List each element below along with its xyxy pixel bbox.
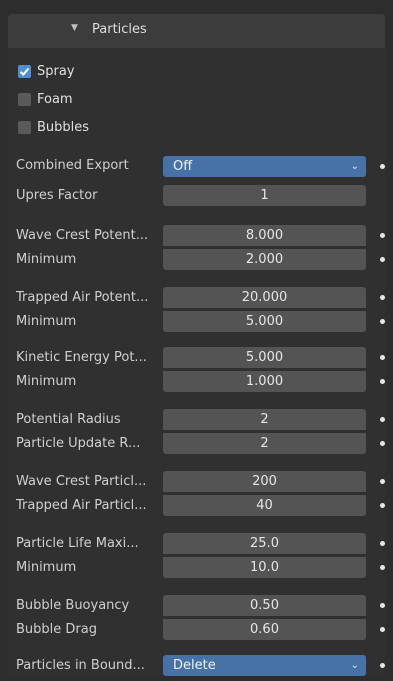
spray-checkbox[interactable]: Spray	[18, 61, 75, 81]
particles-in-boundary-value: Delete	[173, 658, 216, 673]
particle-update-radius-label: Particle Update R...	[16, 436, 141, 451]
particle-life-maximum-field[interactable]: 25.0	[163, 533, 366, 554]
combined-export-value: Off	[173, 159, 193, 174]
kinetic-energy-potential-field[interactable]: 5.000	[163, 347, 366, 368]
particles-panel: ▼ Particles Spray Foam Bubbles Combined …	[0, 0, 393, 681]
keyframe-dot-icon[interactable]	[380, 417, 385, 422]
bubbles-label: Bubbles	[37, 119, 90, 135]
keyframe-dot-icon[interactable]	[380, 603, 385, 608]
wave-crest-potential-label: Wave Crest Potent...	[16, 228, 149, 243]
wave-crest-particles-field[interactable]: 200	[163, 471, 366, 492]
particles-in-boundary-dropdown[interactable]: Delete ⌄	[163, 655, 366, 676]
spray-label: Spray	[37, 63, 75, 79]
combined-export-label: Combined Export	[16, 158, 129, 173]
keyframe-dot-icon[interactable]	[380, 233, 385, 238]
trapped-air-potential-field[interactable]: 20.000	[163, 287, 366, 308]
particles-in-boundary-label: Particles in Bound...	[16, 658, 145, 673]
keyframe-dot-icon[interactable]	[380, 295, 385, 300]
panel-header[interactable]: ▼ Particles	[8, 14, 385, 48]
checkbox-unchecked-icon[interactable]	[18, 92, 31, 106]
trapped-air-particles-label: Trapped Air Particl...	[16, 498, 147, 513]
checkbox-unchecked-icon[interactable]	[18, 120, 31, 134]
wave-crest-minimum-label: Minimum	[16, 252, 77, 267]
bubble-buoyancy-field[interactable]: 0.50	[163, 595, 366, 616]
particle-life-minimum-label: Minimum	[16, 560, 77, 575]
chevron-down-icon: ⌄	[350, 161, 359, 172]
keyframe-dot-icon[interactable]	[380, 257, 385, 262]
particle-update-radius-field[interactable]: 2	[163, 433, 366, 454]
upres-factor-field[interactable]: 1	[163, 185, 366, 206]
kinetic-energy-potential-label: Kinetic Energy Pot...	[16, 350, 147, 365]
kinetic-energy-minimum-label: Minimum	[16, 374, 77, 389]
particle-life-minimum-field[interactable]: 10.0	[163, 557, 366, 578]
keyframe-dot-icon[interactable]	[380, 663, 385, 668]
combined-export-dropdown[interactable]: Off ⌄	[163, 156, 366, 177]
keyframe-dot-icon[interactable]	[380, 441, 385, 446]
trapped-air-particles-field[interactable]: 40	[163, 495, 366, 516]
trapped-air-minimum-label: Minimum	[16, 314, 77, 329]
wave-crest-particles-label: Wave Crest Particl...	[16, 474, 147, 489]
wave-crest-potential-field[interactable]: 8.000	[163, 225, 366, 246]
foam-label: Foam	[37, 91, 73, 107]
kinetic-energy-minimum-field[interactable]: 1.000	[163, 371, 366, 392]
trapped-air-minimum-field[interactable]: 5.000	[163, 311, 366, 332]
keyframe-dot-icon[interactable]	[380, 379, 385, 384]
keyframe-dot-icon[interactable]	[380, 164, 385, 169]
chevron-down-icon: ⌄	[350, 660, 359, 671]
particle-life-maximum-label: Particle Life Maxi...	[16, 536, 139, 551]
bubbles-checkbox[interactable]: Bubbles	[18, 117, 89, 137]
bubble-buoyancy-label: Bubble Buoyancy	[16, 598, 130, 613]
checkbox-checked-icon[interactable]	[18, 64, 31, 78]
keyframe-dot-icon[interactable]	[380, 503, 385, 508]
collapse-arrow-icon[interactable]: ▼	[71, 23, 78, 33]
keyframe-dot-icon[interactable]	[380, 627, 385, 632]
panel-title: Particles	[92, 22, 147, 37]
potential-radius-field[interactable]: 2	[163, 409, 366, 430]
keyframe-dot-icon[interactable]	[380, 479, 385, 484]
potential-radius-label: Potential Radius	[16, 412, 121, 427]
bubble-drag-field[interactable]: 0.60	[163, 619, 366, 640]
keyframe-dot-icon[interactable]	[380, 565, 385, 570]
keyframe-dot-icon[interactable]	[380, 319, 385, 324]
bubble-drag-label: Bubble Drag	[16, 622, 97, 637]
upres-factor-label: Upres Factor	[16, 188, 98, 203]
keyframe-dot-icon[interactable]	[380, 355, 385, 360]
trapped-air-potential-label: Trapped Air Potent...	[16, 290, 149, 305]
keyframe-dot-icon[interactable]	[380, 541, 385, 546]
foam-checkbox[interactable]: Foam	[18, 89, 73, 109]
wave-crest-minimum-field[interactable]: 2.000	[163, 249, 366, 270]
